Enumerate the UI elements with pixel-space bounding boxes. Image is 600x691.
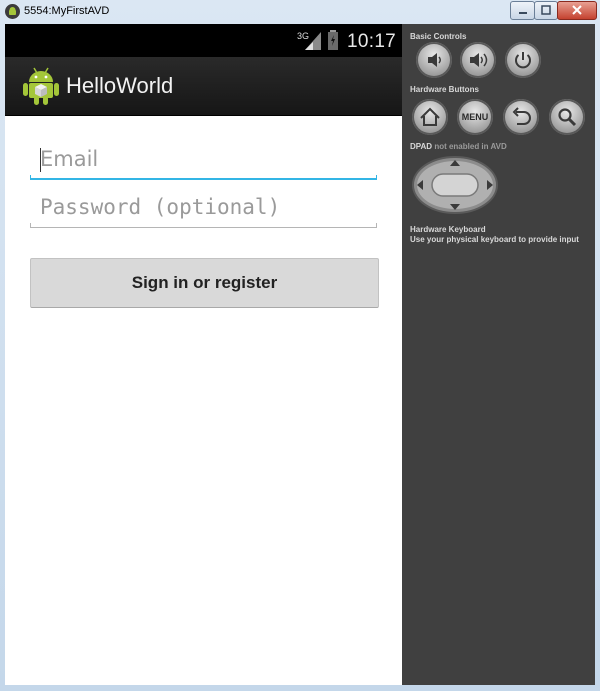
action-bar: HelloWorld [5, 57, 402, 116]
hardware-buttons-label: Hardware Buttons [410, 85, 479, 94]
app-title: HelloWorld [66, 73, 174, 98]
email-underline-right-tick [376, 175, 377, 180]
password-underline-right-tick [376, 223, 377, 228]
dpad-note: not enabled in AVD [434, 142, 507, 151]
hardware-keyboard-title: Hardware Keyboard [410, 225, 486, 234]
minimize-button[interactable] [510, 1, 535, 20]
status-bar: 3G 10:17 [5, 24, 402, 57]
android-logo-icon [23, 67, 59, 105]
back-icon [512, 107, 531, 125]
volume-down-button[interactable] [416, 42, 452, 78]
signal-icon: 3G [297, 31, 321, 50]
password-input[interactable] [30, 188, 370, 226]
maximize-button[interactable] [534, 1, 558, 20]
volume-down-icon [428, 53, 441, 67]
minimize-icon [519, 12, 527, 14]
sign-in-button[interactable]: Sign in or register [30, 258, 379, 308]
volume-up-button[interactable] [460, 42, 496, 78]
status-clock: 10:17 [347, 31, 397, 52]
search-icon [558, 108, 577, 127]
basic-controls-label: Basic Controls [410, 32, 467, 41]
home-button[interactable] [412, 99, 448, 135]
hardware-keyboard-info: Hardware Keyboard Use your physical keyb… [410, 225, 579, 245]
text-cursor [40, 148, 41, 172]
password-underline-left-tick [30, 223, 31, 228]
power-icon [515, 52, 531, 69]
email-underline [30, 178, 377, 180]
menu-button-label: MENU [461, 112, 489, 122]
password-underline [30, 227, 377, 228]
svg-text:3G: 3G [297, 31, 309, 41]
menu-button[interactable]: MENU [457, 99, 493, 135]
power-button[interactable] [505, 42, 541, 78]
search-button[interactable] [549, 99, 585, 135]
device-screen: 3G 10:17 HelloWorld Email Password (opti… [5, 24, 402, 685]
battery-icon [328, 30, 338, 50]
close-icon [572, 5, 582, 15]
back-button[interactable] [503, 99, 539, 135]
password-field[interactable] [30, 188, 377, 228]
window-title: 5554:MyFirstAVD [24, 5, 110, 17]
email-underline-left-tick [30, 175, 31, 180]
hardware-keyboard-note: Use your physical keyboard to provide in… [410, 235, 579, 244]
dpad-icon[interactable] [412, 156, 498, 214]
volume-up-icon [470, 53, 488, 67]
window-titlebar[interactable]: 5554:MyFirstAVD [0, 0, 600, 24]
maximize-icon [541, 5, 551, 15]
email-input[interactable] [30, 140, 370, 178]
emulator-client: 3G 10:17 HelloWorld Email Password (opti… [5, 24, 595, 685]
dpad-label: DPAD not enabled in AVD [410, 142, 507, 151]
close-button[interactable] [557, 1, 597, 20]
emulator-controls-panel: Basic Controls Hardware Buttons MENU DPA… [402, 24, 595, 685]
email-field[interactable] [30, 140, 377, 180]
emulator-app-icon [5, 4, 20, 19]
emulator-window: 5554:MyFirstAVD 3G 10:17 HelloWorld Emai… [0, 0, 600, 691]
dpad-label-text: DPAD [410, 142, 433, 151]
home-icon [420, 107, 440, 126]
